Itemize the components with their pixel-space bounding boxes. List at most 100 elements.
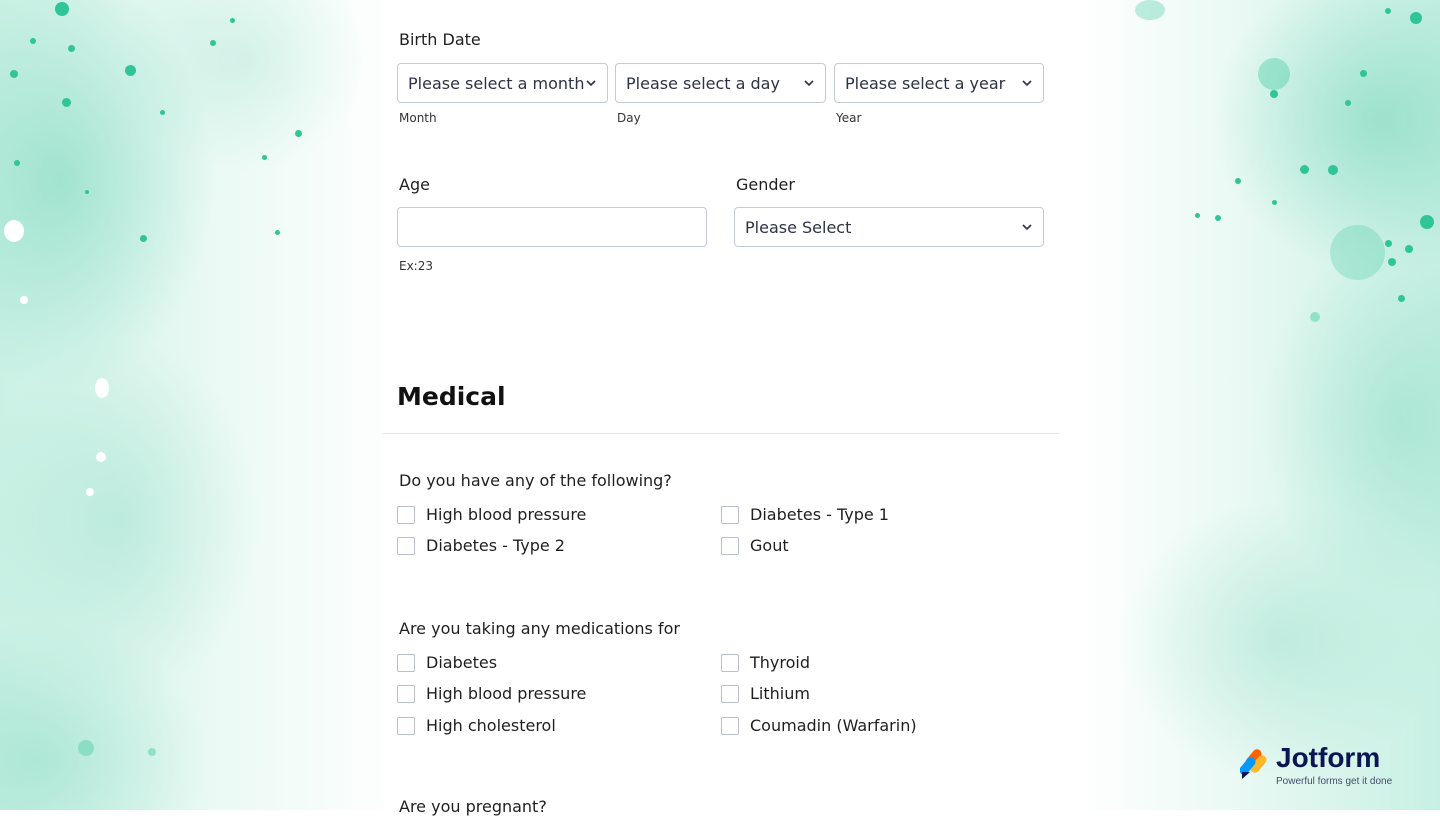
age-input[interactable]: [397, 207, 707, 247]
age-sublabel: Ex:23: [399, 259, 433, 273]
splatter-dot: [1398, 295, 1405, 302]
checkbox-label: Thyroid: [750, 653, 810, 672]
checkbox-label: High blood pressure: [426, 684, 587, 703]
checkbox-label: High cholesterol: [426, 716, 556, 735]
checkbox-label: Diabetes: [426, 653, 498, 672]
chevron-down-icon: [804, 80, 814, 87]
jotform-tagline: Powerful forms get it done: [1276, 776, 1393, 787]
checkbox-label: High blood pressure: [426, 505, 587, 524]
checkbox-box[interactable]: [721, 536, 739, 555]
section-title-medical: Medical: [397, 382, 506, 411]
birth-day-sublabel: Day: [617, 111, 641, 125]
splatter-dot: [160, 110, 165, 115]
splatter-dot: [125, 65, 136, 76]
splatter-dot: [148, 748, 156, 756]
splatter-dot: [1310, 312, 1320, 322]
checkbox-box[interactable]: [721, 653, 739, 672]
conditions-question: Do you have any of the following?: [399, 471, 672, 490]
gender-selected-value: Please Select: [745, 217, 852, 237]
birth-date-label: Birth Date: [399, 30, 481, 49]
checkbox-med-thyroid[interactable]: Thyroid: [721, 653, 810, 672]
checkbox-label: Lithium: [750, 684, 810, 703]
splatter-dot: [1330, 225, 1385, 280]
splatter-dot: [230, 18, 235, 23]
birth-year-sublabel: Year: [836, 111, 862, 125]
splatter-dot: [62, 98, 71, 107]
jotform-brand-name: Jotform: [1276, 742, 1381, 773]
checkbox-med-high-blood-pressure[interactable]: High blood pressure: [397, 684, 586, 703]
age-label: Age: [399, 175, 430, 194]
birth-day-placeholder: Please select a day: [626, 73, 780, 93]
splatter-dot: [140, 235, 147, 242]
splatter-dot: [78, 740, 94, 756]
splatter-dot: [10, 70, 18, 78]
checkbox-box[interactable]: [721, 716, 739, 735]
splatter-dot: [14, 160, 20, 166]
splatter-dot: [86, 488, 94, 496]
checkbox-med-diabetes[interactable]: Diabetes: [397, 653, 497, 672]
splatter-dot: [96, 452, 106, 462]
checkbox-diabetes-type-1[interactable]: Diabetes - Type 1: [721, 505, 889, 524]
splatter-dot: [1258, 58, 1290, 90]
birth-month-select[interactable]: Please select a month: [397, 63, 608, 103]
checkbox-label: Coumadin (Warfarin): [750, 716, 917, 735]
birth-year-select[interactable]: Please select a year: [834, 63, 1044, 103]
splatter-dot: [262, 155, 267, 160]
splatter-dot: [30, 38, 36, 44]
birth-month-sublabel: Month: [399, 111, 437, 125]
medications-question: Are you taking any medications for: [399, 619, 680, 638]
splatter-dot: [1420, 215, 1434, 229]
checkbox-gout[interactable]: Gout: [721, 536, 789, 555]
checkbox-box[interactable]: [397, 684, 415, 703]
splatter-dot: [275, 230, 280, 235]
splatter-dot: [1215, 215, 1221, 221]
checkbox-diabetes-type-2[interactable]: Diabetes - Type 2: [397, 536, 565, 555]
splatter-dot: [1270, 90, 1278, 98]
jotform-logo-icon: [1240, 749, 1267, 779]
splatter-dot: [85, 190, 89, 194]
splatter-dot: [20, 296, 28, 304]
splatter-dot: [1345, 100, 1351, 106]
checkbox-box[interactable]: [721, 505, 739, 524]
jotform-badge[interactable]: Jotform Powerful forms get it done: [1240, 742, 1420, 792]
checkbox-med-coumadin[interactable]: Coumadin (Warfarin): [721, 716, 917, 735]
chevron-down-icon: [1022, 80, 1032, 87]
checkbox-high-blood-pressure[interactable]: High blood pressure: [397, 505, 586, 524]
checkbox-box[interactable]: [721, 684, 739, 703]
background-left-splash: [0, 0, 400, 810]
chevron-down-icon: [1022, 224, 1032, 231]
splatter-dot: [1195, 213, 1200, 218]
splatter-dot: [1272, 200, 1277, 205]
splatter-dot: [1360, 70, 1367, 77]
checkbox-med-lithium[interactable]: Lithium: [721, 684, 810, 703]
checkbox-box[interactable]: [397, 716, 415, 735]
splatter-dot: [68, 45, 75, 52]
pregnant-question: Are you pregnant?: [399, 797, 547, 816]
splatter-dot: [95, 378, 109, 398]
splatter-dot: [210, 40, 216, 46]
splatter-dot: [295, 130, 302, 137]
splatter-dot: [1235, 178, 1241, 184]
birth-month-placeholder: Please select a month: [408, 73, 585, 93]
splatter-dot: [1135, 0, 1165, 20]
splatter-dot: [1328, 165, 1338, 175]
form-container: Birth Date Please select a month Month P…: [383, 0, 1059, 816]
checkbox-box[interactable]: [397, 536, 415, 555]
splatter-dot: [55, 2, 69, 16]
checkbox-label: Diabetes - Type 1: [750, 505, 889, 524]
birth-day-select[interactable]: Please select a day: [615, 63, 826, 103]
splatter-dot: [1410, 12, 1422, 24]
checkbox-box[interactable]: [397, 653, 415, 672]
checkbox-box[interactable]: [397, 505, 415, 524]
checkbox-label: Gout: [750, 536, 789, 555]
splatter-dot: [4, 220, 24, 242]
splatter-dot: [1388, 258, 1396, 266]
checkbox-label: Diabetes - Type 2: [426, 536, 565, 555]
splatter-dot: [1300, 165, 1309, 174]
splatter-dot: [1385, 240, 1392, 247]
splatter-dot: [1385, 8, 1391, 14]
checkbox-med-high-cholesterol[interactable]: High cholesterol: [397, 716, 556, 735]
gender-select[interactable]: Please Select: [734, 207, 1044, 247]
section-divider: [383, 433, 1059, 434]
background-right-splash: [1080, 0, 1440, 810]
